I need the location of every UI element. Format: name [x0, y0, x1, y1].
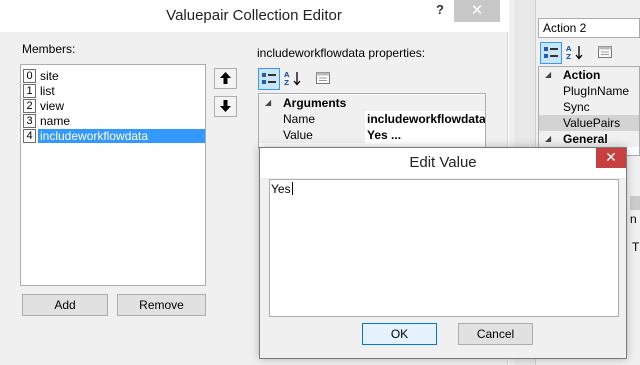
text-caret: [291, 182, 293, 195]
members-label: Members:: [22, 42, 76, 56]
members-list[interactable]: 0 site 1 list 2 view 3 name 4 includewor…: [20, 64, 206, 286]
cancel-button[interactable]: Cancel: [458, 323, 533, 345]
member-name: list: [40, 83, 55, 98]
move-up-button[interactable]: [214, 68, 237, 89]
member-index: 0: [23, 68, 36, 83]
svg-text:A: A: [566, 45, 572, 53]
list-item[interactable]: 0 site: [23, 68, 205, 83]
alphabetical-sort-icon[interactable]: AZ: [564, 42, 586, 64]
dialog-title: Edit Value: [260, 148, 626, 178]
property-row[interactable]: PlugInName: [539, 83, 639, 99]
properties-toolbar: AZ: [258, 68, 330, 90]
category-action[interactable]: ◢ Action: [539, 67, 639, 83]
value-text: Yes: [271, 182, 291, 196]
panel-text-fragment: T: [632, 240, 640, 254]
close-button[interactable]: ✕: [454, 0, 500, 22]
property-key: Name: [259, 111, 363, 127]
property-pages-icon[interactable]: [312, 68, 334, 90]
close-button[interactable]: ✕: [596, 148, 626, 168]
member-name: view: [40, 98, 65, 113]
collapse-triangle-icon[interactable]: ◢: [545, 67, 551, 83]
member-index: 2: [23, 98, 36, 113]
svg-text:Z: Z: [284, 79, 289, 86]
member-index: 1: [23, 83, 36, 98]
property-grid: ◢ Arguments Name includeworkflowdata Val…: [258, 93, 486, 149]
list-item[interactable]: 3 name: [23, 113, 205, 128]
list-item-selected[interactable]: 4 includeworkflowdata: [23, 128, 205, 143]
categorized-view-icon[interactable]: [258, 68, 280, 90]
object-selector[interactable]: Action 2: [538, 18, 640, 38]
member-name: site: [40, 68, 59, 83]
value-textarea[interactable]: Yes: [269, 179, 619, 317]
add-button[interactable]: Add: [22, 294, 108, 316]
member-index: 4: [23, 128, 36, 143]
property-row-name[interactable]: Name includeworkflowdata: [259, 111, 485, 127]
collapse-triangle-icon[interactable]: ◢: [265, 95, 271, 111]
alphabetical-sort-icon[interactable]: AZ: [282, 68, 304, 90]
property-pages-icon[interactable]: [594, 42, 616, 64]
properties-label: includeworkflowdata properties:: [257, 46, 426, 60]
member-name: name: [40, 113, 71, 128]
move-down-button[interactable]: [214, 96, 237, 117]
member-name: includeworkflowdata: [38, 128, 205, 143]
panel-text-fragment: n: [630, 212, 637, 226]
remove-button[interactable]: Remove: [117, 294, 206, 316]
property-row-value[interactable]: Value Yes ...: [259, 127, 485, 143]
panel-property-grid: ◢ Action PlugInName Sync ValuePairs ◢ Ge…: [538, 66, 640, 156]
categorized-view-icon[interactable]: [540, 42, 562, 64]
member-index: 3: [23, 113, 36, 128]
arrow-down-icon: [220, 100, 231, 112]
property-key: Value: [259, 127, 363, 143]
ok-button[interactable]: OK: [362, 323, 437, 345]
category-arguments[interactable]: ◢ Arguments: [259, 95, 485, 111]
svg-text:A: A: [284, 71, 290, 79]
edit-value-dialog: Edit Value ✕ Yes OK Cancel: [259, 147, 627, 359]
property-value[interactable]: Yes ...: [365, 127, 485, 143]
arrow-up-icon: [220, 72, 231, 84]
collapse-triangle-icon[interactable]: ◢: [545, 131, 551, 147]
svg-text:Z: Z: [566, 53, 571, 60]
property-row-selected[interactable]: ValuePairs: [539, 115, 639, 131]
panel-row-fragment: [630, 196, 640, 210]
list-item[interactable]: 1 list: [23, 83, 205, 98]
property-value[interactable]: includeworkflowdata: [365, 111, 485, 127]
list-item[interactable]: 2 view: [23, 98, 205, 113]
panel-toolbar: AZ: [540, 42, 640, 64]
help-button[interactable]: ?: [426, 0, 454, 22]
property-row[interactable]: Sync: [539, 99, 639, 115]
category-general[interactable]: ◢ General: [539, 131, 639, 147]
